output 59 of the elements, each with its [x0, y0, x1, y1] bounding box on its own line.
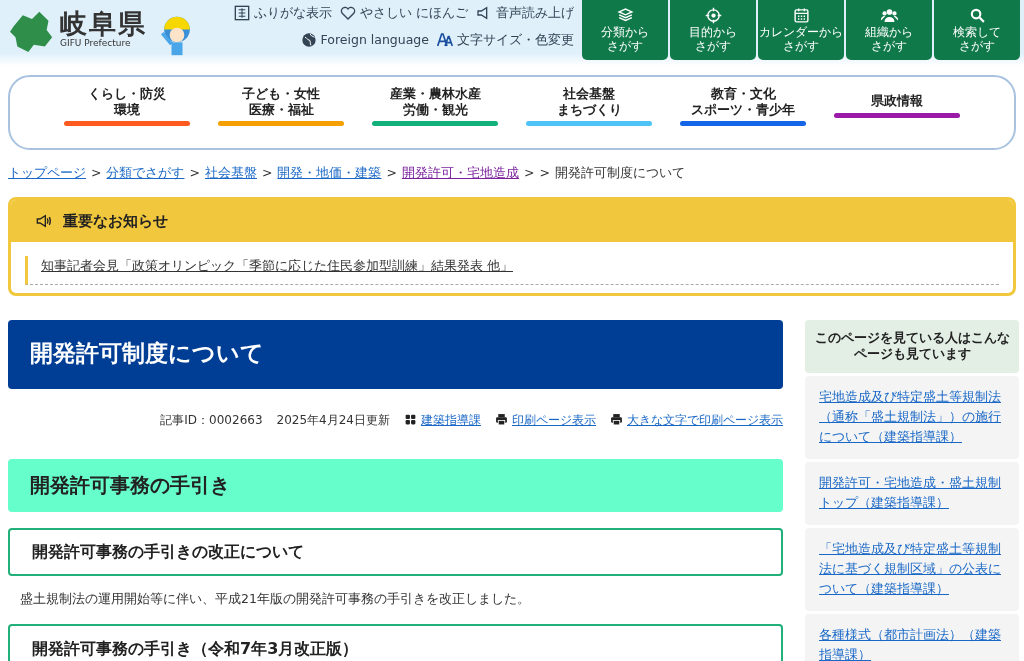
breadcrumb-separator: >	[189, 164, 200, 182]
utility-link[interactable]: 文字サイズ・色変更	[437, 30, 574, 50]
update-date: 2025年4月24日更新	[276, 411, 390, 429]
globe-icon	[300, 32, 317, 49]
category-nav-link[interactable]: 子ども・女性 医療・福祉	[217, 77, 345, 148]
meta-link[interactable]: 建築指導課	[421, 410, 481, 429]
category-nav-link[interactable]: 県政情報	[833, 77, 961, 148]
body-text: 盛土規制法の運用開始等に伴い、平成21年版の開発許可事務の手引きを改正しました。	[20, 589, 531, 608]
site-logo-title[interactable]: 岐阜県	[60, 9, 147, 37]
notice-link[interactable]: 知事記者会見「政策オリンピック「季節に応じた住民参加型訓練」結果発表 他」	[41, 257, 513, 273]
search-menu-button[interactable]: 分類から さがす	[582, 0, 668, 60]
utility-link[interactable]: Foreign language	[300, 30, 429, 50]
breadcrumb-link[interactable]: 分類でさがす	[106, 164, 185, 183]
related-page-link[interactable]: 「宅地造成及び特定盛土等規制法に基づく規制区域」の公表について（建築指導課）	[819, 539, 1005, 600]
breadcrumb-link[interactable]: 開発・地価・建築	[277, 164, 382, 183]
utility-link[interactable]: 音声読み上げ	[476, 4, 574, 23]
category-nav-link[interactable]: 産業・農林水産 労働・観光	[371, 77, 499, 148]
subsection-heading: 開発許可事務の手引きの改正について	[8, 527, 783, 576]
related-page-link[interactable]: 開発許可・宅地造成・盛土規制トップ（建築指導課）	[819, 473, 1005, 514]
article-id: 記事ID：0002663	[160, 411, 263, 429]
search-menu-button[interactable]: 検索して さがす	[934, 0, 1020, 60]
page-title: 開発許可制度について	[8, 319, 783, 389]
books-icon	[616, 6, 634, 24]
breadcrumb-current: 開発許可制度について	[554, 164, 685, 182]
search-menu-button[interactable]: カレンダーから さがす	[758, 0, 844, 60]
breadcrumb-separator: >	[91, 164, 102, 182]
search-menu-button[interactable]: 組織から さがす	[846, 0, 932, 60]
breadcrumb-link[interactable]: 開発許可・宅地造成	[401, 164, 519, 183]
printer-icon	[495, 413, 508, 426]
printer-icon	[610, 413, 623, 426]
kanji-box-icon	[234, 5, 250, 22]
breadcrumb-separator: >	[261, 164, 273, 182]
utility-link[interactable]: やさしい にほんご	[340, 4, 468, 23]
related-page-link[interactable]: 各種様式（都市計画法）（建築指導課）	[819, 625, 1005, 661]
meta-link[interactable]: 印刷ページ表示	[512, 410, 596, 429]
related-pages-heading: このページを見ている人はこんなページも見ています	[805, 319, 1019, 374]
calendar-icon	[792, 6, 810, 24]
related-page-link[interactable]: 宅地造成及び特定盛土等規制法（通称「盛土規制法」）の施行について（建築指導課）	[819, 387, 1005, 448]
search-icon	[968, 6, 986, 24]
grid-icon	[404, 413, 417, 426]
breadcrumb-link[interactable]: トップページ	[8, 164, 86, 183]
category-nav-link[interactable]: くらし・防災 環境	[63, 77, 191, 148]
font-size-icon	[437, 32, 453, 49]
people-icon	[880, 6, 898, 24]
utility-link[interactable]: ふりがな表示	[234, 4, 332, 23]
notice-title: 重要なお知らせ	[63, 210, 168, 232]
breadcrumb-separator: >	[539, 164, 550, 182]
site-logo-subtitle: GIFU Prefecture	[60, 37, 132, 50]
meta-link[interactable]: 大きな文字で印刷ページ表示	[627, 410, 783, 429]
subsection-heading: 開発許可事務の手引き（令和7年3月改正版）	[8, 624, 783, 661]
heart-icon	[340, 5, 356, 22]
breadcrumb-link[interactable]: 社会基盤	[204, 164, 257, 183]
search-menu-button[interactable]: 目的から さがす	[670, 0, 756, 60]
target-icon	[704, 6, 722, 24]
category-nav-link[interactable]: 教育・文化 スポーツ・青少年	[679, 77, 807, 148]
category-nav-link[interactable]: 社会基盤 まちづくり	[525, 77, 653, 148]
breadcrumb-separator: >	[386, 164, 397, 182]
breadcrumb-separator: >	[523, 164, 535, 182]
section-heading: 開発許可事務の手引き	[8, 458, 783, 512]
